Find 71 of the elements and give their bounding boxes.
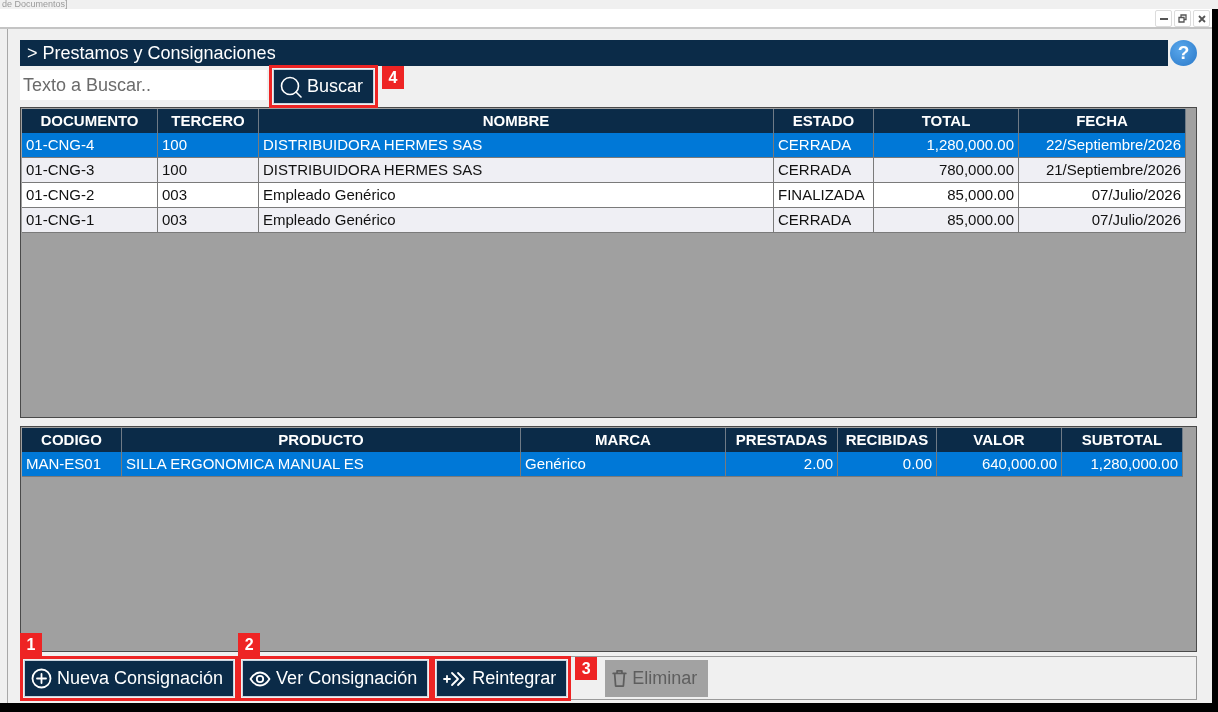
- restore-icon: [1178, 14, 1187, 23]
- callout-number: 4: [382, 66, 405, 89]
- table-cell: 01-CNG-2: [22, 183, 158, 207]
- column-header: CODIGO: [22, 428, 122, 452]
- table-cell: Empleado Genérico: [259, 208, 774, 232]
- table-cell: CERRADA: [774, 208, 874, 232]
- minimize-button[interactable]: [1155, 10, 1172, 27]
- column-header: ESTADO: [774, 109, 874, 133]
- table-cell: MAN-ES01: [22, 452, 122, 476]
- table-cell: 07/Julio/2026: [1019, 208, 1186, 232]
- search-icon: [280, 75, 302, 98]
- table-cell: FINALIZADA: [774, 183, 874, 207]
- table-cell: 21/Septiembre/2026: [1019, 158, 1186, 182]
- table-cell: 780,000.00: [874, 158, 1019, 182]
- table-row[interactable]: 01-CNG-4 100 DISTRIBUIDORA HERMES SAS CERRADA 1,280,000.00 22/Septiembre/2026: [22, 133, 1186, 158]
- close-button[interactable]: [1193, 10, 1210, 27]
- table-cell: Empleado Genérico: [259, 183, 774, 207]
- plus-circle-icon: [31, 668, 52, 689]
- table-cell: Genérico: [521, 452, 726, 476]
- table-cell: 01-CNG-4: [22, 133, 158, 157]
- column-header: TERCERO: [158, 109, 259, 133]
- table-cell: 640,000.00: [937, 452, 1062, 476]
- column-header: PRESTADAS: [726, 428, 838, 452]
- callout-number: 1: [20, 633, 42, 656]
- column-header: MARCA: [521, 428, 726, 452]
- search-field[interactable]: Texto a Buscar..: [20, 70, 267, 100]
- table-cell: 85,000.00: [874, 208, 1019, 232]
- section-title: > Prestamos y Consignaciones: [20, 40, 1168, 66]
- table-row[interactable]: 01-CNG-3 100 DISTRIBUIDORA HERMES SAS CERRADA 780,000.00 21/Septiembre/2026: [22, 158, 1186, 183]
- window-title: de Documentos]: [2, 0, 68, 9]
- callout-number: 2: [238, 633, 261, 656]
- action-button[interactable]: Reintegrar: [436, 660, 568, 697]
- table-cell: CERRADA: [774, 133, 874, 157]
- table-cell: 100: [158, 133, 259, 157]
- table-cell: DISTRIBUIDORA HERMES SAS: [259, 133, 774, 157]
- table-cell: 85,000.00: [874, 183, 1019, 207]
- table-cell: 22/Septiembre/2026: [1019, 133, 1186, 157]
- table-cell: 1,280,000.00: [1062, 452, 1183, 476]
- column-header: DOCUMENTO: [22, 109, 158, 133]
- table-cell: 0.00: [838, 452, 937, 476]
- plus-chevrons-icon: [443, 670, 468, 687]
- table-cell: 003: [158, 208, 259, 232]
- close-icon: [1197, 14, 1206, 23]
- table-cell: SILLA ERGONOMICA MANUAL ES: [122, 452, 521, 476]
- action-button[interactable]: Nueva Consignación: [24, 660, 235, 697]
- table-row[interactable]: 01-CNG-1 003 Empleado Genérico CERRADA 85,000.00 07/Julio/2026: [22, 208, 1186, 233]
- column-header: FECHA: [1019, 109, 1186, 133]
- table-cell: DISTRIBUIDORA HERMES SAS: [259, 158, 774, 182]
- table-cell: 003: [158, 183, 259, 207]
- table-cell: 07/Julio/2026: [1019, 183, 1186, 207]
- table-cell: 2.00: [726, 452, 838, 476]
- table-cell: CERRADA: [774, 158, 874, 182]
- table-row[interactable]: 01-CNG-2 003 Empleado Genérico FINALIZADA 85,000.00 07/Julio/2026: [22, 183, 1186, 208]
- table-cell: 100: [158, 158, 259, 182]
- table-cell: 01-CNG-1: [22, 208, 158, 232]
- column-header: NOMBRE: [259, 109, 774, 133]
- restore-button[interactable]: [1174, 10, 1191, 27]
- table-cell: 1,280,000.00: [874, 133, 1019, 157]
- column-header: PRODUCTO: [122, 428, 521, 452]
- column-header: SUBTOTAL: [1062, 428, 1183, 452]
- trash-icon: [612, 670, 628, 687]
- callout-number: 3: [575, 657, 598, 680]
- action-button[interactable]: Ver Consignación: [242, 660, 429, 697]
- column-header: TOTAL: [874, 109, 1019, 133]
- table-row[interactable]: MAN-ES01 SILLA ERGONOMICA MANUAL ES Genérico 2.00 0.00 640,000.00 1,280,000.00: [22, 452, 1183, 477]
- column-header: VALOR: [937, 428, 1062, 452]
- minimize-icon: [1159, 17, 1168, 20]
- column-header: RECIBIDAS: [838, 428, 937, 452]
- eye-icon: [249, 670, 272, 687]
- search-button[interactable]: Buscar: [273, 69, 375, 104]
- table-cell: 01-CNG-3: [22, 158, 158, 182]
